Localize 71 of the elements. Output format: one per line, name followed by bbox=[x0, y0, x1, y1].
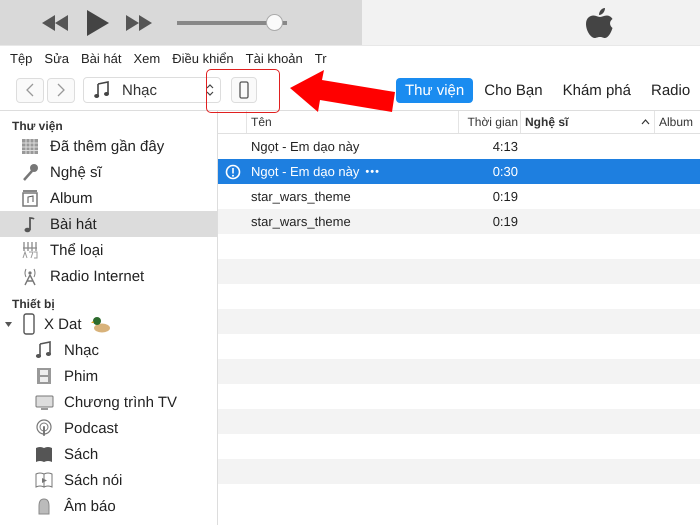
phone-icon bbox=[23, 313, 35, 335]
sidebar-item[interactable]: Bài hát bbox=[0, 211, 217, 237]
audiobook-icon bbox=[35, 471, 53, 489]
table-row[interactable]: star_wars_theme 0:19 bbox=[218, 209, 700, 234]
device-item[interactable]: X Dat bbox=[0, 311, 217, 337]
chevron-right-icon bbox=[57, 83, 65, 97]
volume-thumb[interactable] bbox=[266, 14, 283, 30]
menu-item[interactable]: Bài hát bbox=[75, 48, 128, 68]
album-icon bbox=[21, 189, 39, 207]
back-button[interactable] bbox=[16, 78, 44, 102]
song-title: Ngọt - Em dạo này bbox=[251, 164, 360, 179]
column-header[interactable]: Thời gian bbox=[467, 115, 518, 129]
menu-item[interactable]: Điều khiển bbox=[166, 48, 240, 68]
forward-button[interactable] bbox=[47, 78, 75, 102]
sidebar-item[interactable]: Radio Internet bbox=[0, 263, 217, 289]
expanded-triangle-icon[interactable] bbox=[5, 320, 12, 328]
sidebar-item[interactable]: Âm báo bbox=[0, 493, 217, 519]
apple-icon bbox=[586, 6, 614, 40]
book-icon bbox=[35, 445, 53, 463]
sidebar-item[interactable]: Phim bbox=[0, 363, 217, 389]
sidebar-item[interactable]: Thể loại bbox=[0, 237, 217, 263]
tab[interactable]: Khám phá bbox=[554, 78, 640, 102]
menu-item[interactable]: Xem bbox=[128, 48, 166, 68]
table-row[interactable]: Ngọt - Em dạo này ••• 0:30 bbox=[218, 159, 700, 184]
sidebar-item[interactable]: Album bbox=[0, 185, 217, 211]
duck-icon bbox=[90, 315, 111, 333]
microphone-icon bbox=[21, 163, 39, 181]
menu-item[interactable]: Tệp bbox=[4, 48, 38, 68]
sidebar-item[interactable]: Podcast bbox=[0, 415, 217, 441]
tv-icon bbox=[35, 393, 53, 411]
sidebar-item[interactable]: Nghệ sĩ bbox=[0, 159, 217, 185]
menu-item[interactable]: Tr bbox=[308, 48, 333, 68]
sort-ascending-icon[interactable] bbox=[641, 119, 650, 125]
column-header[interactable]: Tên bbox=[251, 115, 272, 129]
column-header[interactable]: Album bbox=[659, 115, 694, 129]
play-icon[interactable] bbox=[87, 10, 109, 36]
device-button[interactable] bbox=[231, 77, 257, 103]
column-header[interactable]: Nghệ sĩ bbox=[525, 115, 568, 129]
sidebar-item[interactable]: Đã thêm gần đây bbox=[0, 133, 217, 159]
podcast-icon bbox=[35, 419, 53, 437]
note-icon bbox=[94, 81, 110, 99]
song-title: Ngọt - Em dạo này bbox=[251, 139, 360, 154]
menu-item[interactable]: Sửa bbox=[38, 48, 76, 68]
table-row[interactable]: Ngọt - Em dạo này 4:13 bbox=[218, 134, 700, 159]
calendar-icon bbox=[21, 137, 39, 155]
duration: 0:19 bbox=[492, 214, 518, 229]
sidebar-item[interactable]: Sách nói bbox=[0, 467, 217, 493]
section-heading: Thiết bị bbox=[11, 296, 56, 311]
table-row[interactable]: star_wars_theme 0:19 bbox=[218, 184, 700, 209]
more-button[interactable]: ••• bbox=[365, 166, 380, 178]
duration: 0:30 bbox=[492, 164, 518, 179]
sidebar-item[interactable]: Chương trình TV bbox=[0, 389, 217, 415]
menu-item[interactable]: Tài khoản bbox=[240, 48, 309, 68]
duration: 4:13 bbox=[492, 139, 518, 154]
film-icon bbox=[35, 367, 53, 385]
media-picker[interactable]: Nhạc bbox=[83, 77, 221, 103]
note-icon bbox=[35, 341, 53, 359]
section-heading: Thư viện bbox=[11, 118, 64, 133]
tab[interactable]: Radio bbox=[642, 78, 700, 102]
sidebar-item[interactable]: Sách bbox=[0, 441, 217, 467]
phone-icon bbox=[239, 81, 249, 99]
song-title: star_wars_theme bbox=[251, 189, 351, 204]
fast-forward-icon[interactable] bbox=[126, 14, 152, 30]
tab[interactable]: Cho Bạn bbox=[475, 78, 552, 102]
genre-icon bbox=[21, 241, 39, 259]
rewind-icon[interactable] bbox=[42, 14, 68, 30]
duration: 0:19 bbox=[492, 189, 518, 204]
song-title: star_wars_theme bbox=[251, 214, 351, 229]
sidebar-item[interactable]: Nhạc bbox=[0, 337, 217, 363]
chevron-left-icon bbox=[26, 83, 34, 97]
updown-icon bbox=[206, 83, 214, 97]
